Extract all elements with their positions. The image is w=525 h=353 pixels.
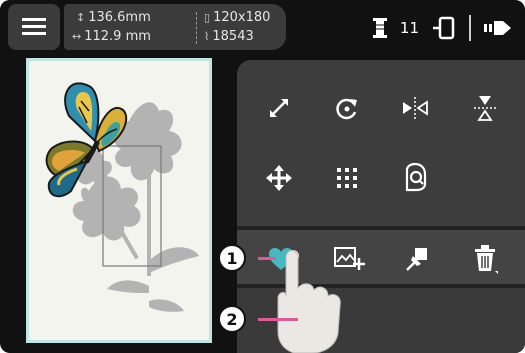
height-readout: ↕ 136.6mm xyxy=(76,10,151,25)
embroidery-canvas[interactable] xyxy=(26,58,212,343)
embroidery-preview xyxy=(45,82,199,312)
rotate-icon xyxy=(336,98,357,120)
outline-icon xyxy=(405,162,427,192)
menu-button[interactable] xyxy=(8,4,60,50)
hoop-icon: ▯ xyxy=(204,11,211,24)
callout-2-line xyxy=(258,318,298,321)
mirror-horizontal-icon xyxy=(403,97,428,119)
mirror-vertical-button[interactable] xyxy=(463,86,507,130)
delete-icon xyxy=(475,245,498,274)
touch-hand-icon xyxy=(277,250,341,353)
callout-1-line xyxy=(258,257,276,260)
delete-button[interactable] xyxy=(463,237,507,281)
embroidery-screen: ↕ 136.6mm ↔ 112.9 mm ▯ 120x180 ⌇ 18543 11 xyxy=(0,0,525,353)
hoop-size-readout: ▯ 120x180 xyxy=(204,10,271,25)
top-bar: ↕ 136.6mm ↔ 112.9 mm ▯ 120x180 ⌇ 18543 11 xyxy=(0,0,525,56)
next-arrow-icon[interactable] xyxy=(483,17,513,39)
status-separator xyxy=(469,15,471,41)
rotate-tool-button[interactable] xyxy=(325,86,369,130)
callout-1: 1 xyxy=(218,244,246,272)
move-tool-button[interactable] xyxy=(257,156,301,200)
hamburger-menu-icon xyxy=(22,18,46,36)
array-tool-button[interactable] xyxy=(325,156,369,200)
stitch-count-readout: ⌇ 18543 xyxy=(204,29,254,44)
resize-tool-button[interactable] xyxy=(257,86,301,130)
mirror-vertical-icon xyxy=(474,96,496,121)
pin-button[interactable] xyxy=(395,237,439,281)
status-area: 11 xyxy=(372,8,513,48)
thread-spool-icon xyxy=(372,18,387,38)
mirror-horizontal-button[interactable] xyxy=(393,86,437,130)
grid-icon xyxy=(337,168,357,188)
outline-tool-button[interactable] xyxy=(393,156,437,200)
stitch-icon: ⌇ xyxy=(204,30,210,43)
width-arrow-icon: ↔ xyxy=(72,30,82,43)
pin-icon xyxy=(406,248,427,271)
thread-count: 11 xyxy=(399,19,419,37)
callout-2: 2 xyxy=(218,305,246,333)
resize-icon xyxy=(270,99,288,117)
width-readout: ↔ 112.9 mm xyxy=(72,29,151,44)
design-info-box: ↕ 136.6mm ↔ 112.9 mm ▯ 120x180 ⌇ 18543 xyxy=(64,4,286,50)
info-divider xyxy=(196,12,197,44)
move-icon xyxy=(266,165,292,191)
hoop-attach-icon[interactable] xyxy=(431,15,457,41)
height-arrow-icon: ↕ xyxy=(76,11,86,24)
